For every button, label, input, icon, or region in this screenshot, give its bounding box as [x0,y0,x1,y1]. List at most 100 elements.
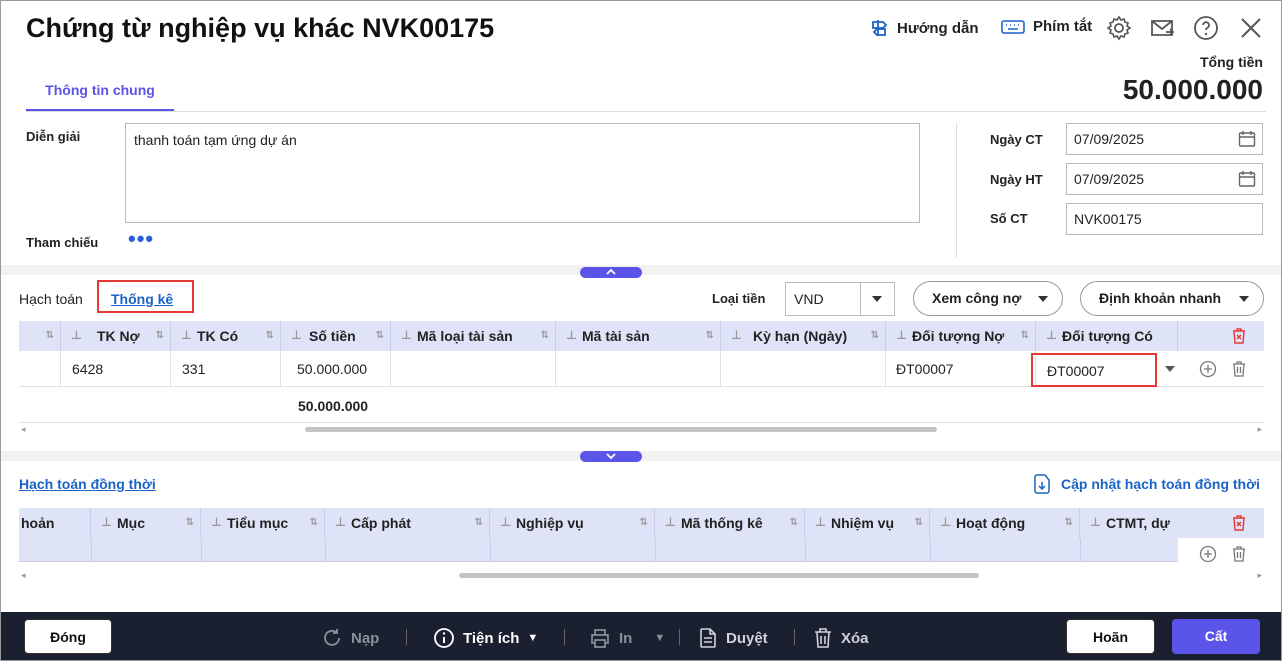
date-ct-field[interactable]: 07/09/2025 [1066,123,1263,155]
col-ky-han-label: Kỳ hạn (Ngày) [753,328,848,344]
total-label: Tổng tiền [1200,54,1263,70]
cell-tk-co[interactable]: 331 [171,351,281,387]
delete-button[interactable]: Xóa [813,627,869,649]
grid-header: ⇅ ⊥ TK Nợ ⇅ ⊥ TK Có ⇅ ⊥ Số tiền ⇅ ⊥ Mã loại tài… [19,321,1264,351]
help-icon[interactable] [1193,15,1219,41]
shortcut-button[interactable]: Phím tắt [1001,18,1092,35]
concurrent-grid-header: hoản ⊥ Mục ⇅ ⊥ Tiểu mục ⇅ ⊥ Cấp phát ⇅ ⊥ Nghiệp… [19,508,1264,538]
col-doi-tuong-co[interactable]: ⊥ Đối tượng Có [1036,321,1178,351]
so-ct-field[interactable]: NVK00175 [1066,203,1263,235]
row-cell-rownum [19,351,61,387]
approve-button[interactable]: Duyệt [698,627,768,649]
col-muc[interactable]: ⊥ Mục ⇅ [91,508,201,538]
collapse-up-button[interactable] [580,267,642,278]
cell-ma-ts[interactable] [556,351,721,387]
mail-forward-icon[interactable] [1149,15,1175,41]
col-hoan[interactable]: hoản [19,508,91,538]
approve-label: Duyệt [726,629,768,647]
quick-entry-dropdown-button[interactable]: Định khoản nhanh [1080,281,1264,316]
add-row-icon[interactable] [1199,360,1217,378]
guide-label: Hướng dẫn [897,19,979,37]
col-nghiep-vu[interactable]: ⊥ Nghiệp vụ ⇅ [490,508,655,538]
col-rownum[interactable]: ⇅ [19,321,61,351]
concurrent-link[interactable]: Hạch toán đồng thời [19,476,156,492]
col-tk-no[interactable]: ⊥ TK Nợ ⇅ [61,321,171,351]
close-icon[interactable] [1238,15,1264,41]
gear-icon[interactable] [1106,15,1132,41]
trash-icon[interactable] [1230,360,1248,378]
col-hoat-dong[interactable]: ⊥ Hoạt động ⇅ [930,508,1080,538]
so-ct-label: Số CT [990,211,1028,226]
guide-button[interactable]: Hướng dẫn [869,18,979,38]
date-ht-value: 07/09/2025 [1074,171,1145,187]
collapse-down-button[interactable] [580,451,642,462]
calendar-icon[interactable] [1238,170,1256,188]
chevron-down-icon[interactable] [860,283,894,315]
reload-button[interactable]: Nạp [321,627,379,649]
tab-hach-toan[interactable]: Hạch toán [19,291,83,307]
scroll-left-icon[interactable]: ◂ [21,570,26,581]
caret-down-icon: ▼ [527,632,539,644]
scroll-thumb[interactable] [459,573,979,578]
col-tieu-muc[interactable]: ⊥ Tiểu mục ⇅ [201,508,325,538]
col-cap-phat-label: Cấp phát [351,515,411,531]
delete-all-icon[interactable] [1230,327,1248,345]
cell-ma-loai-ts[interactable] [391,351,556,387]
document-update-icon [1034,474,1050,494]
col-doi-tuong-no[interactable]: ⊥ Đối tượng Nợ ⇅ [886,321,1036,351]
voucher-dialog: Chứng từ nghiệp vụ khác NVK00175 Hướng d… [0,0,1282,661]
reference-label: Tham chiếu [26,235,99,250]
calendar-icon[interactable] [1238,130,1256,148]
utilities-button[interactable]: Tiện ích ▼ [433,627,538,649]
horizontal-scrollbar[interactable]: ◂ ▸ [19,570,1264,584]
cancel-button[interactable]: Hoãn [1066,619,1155,654]
currency-select[interactable]: VND [785,282,895,316]
description-textarea[interactable]: thanh toán tạm ứng dự án [125,123,920,223]
print-button[interactable]: In ▼ [589,627,665,649]
add-row-icon[interactable] [1199,545,1217,563]
update-concurrent-button[interactable]: Cập nhật hạch toán đồng thời [1033,474,1260,494]
col-so-tien[interactable]: ⊥ Số tiền ⇅ [281,321,391,351]
col-tk-co[interactable]: ⊥ TK Có ⇅ [171,321,281,351]
table-row[interactable]: 6428 331 50.000.000 ĐT00007 ĐT00007 [19,351,1264,387]
col-ctmt[interactable]: ⊥ CTMT, dự [1080,508,1178,538]
chevron-up-icon [606,268,616,275]
close-button[interactable]: Đóng [24,619,112,654]
col-ma-ts[interactable]: ⊥ Mã tài sản ⇅ [556,321,721,351]
reference-more-button[interactable]: ••• [128,228,154,250]
col-cap-phat[interactable]: ⊥ Cấp phát ⇅ [325,508,490,538]
toolbar-separator [679,629,680,645]
col-ma-thong-ke[interactable]: ⊥ Mã thống kê ⇅ [655,508,805,538]
toolbar-separator [406,629,407,645]
scroll-right-icon[interactable]: ▸ [1257,424,1262,435]
col-ky-han[interactable]: ⊥ Kỳ hạn (Ngày) ⇅ [721,321,886,351]
row-divider [655,538,656,562]
horizontal-scrollbar[interactable]: ◂ ▸ [19,424,1264,438]
col-nhiem-vu[interactable]: ⊥ Nhiệm vụ ⇅ [805,508,930,538]
concurrent-empty-row[interactable] [19,538,1178,562]
col-nhiem-vu-label: Nhiệm vụ [831,515,895,531]
col-ma-loai-ts[interactable]: ⊥ Mã loại tài sản ⇅ [391,321,556,351]
cell-tk-no[interactable]: 6428 [61,351,171,387]
date-ht-field[interactable]: 07/09/2025 [1066,163,1263,195]
grid-bottom-line [19,422,1264,423]
trash-icon[interactable] [1230,545,1248,563]
scroll-thumb[interactable] [305,427,937,432]
delete-all-icon[interactable] [1230,514,1248,532]
toolbar-separator [794,629,795,645]
debt-dropdown-button[interactable]: Xem công nợ [913,281,1063,316]
cell-doi-tuong-no[interactable]: ĐT00007 [886,351,1036,387]
cell-doi-tuong-co[interactable]: ĐT00007 [1031,353,1157,387]
cell-so-tien[interactable]: 50.000.000 [281,351,391,387]
col-tieu-muc-label: Tiểu mục [227,515,289,531]
chevron-down-icon[interactable] [1165,366,1175,372]
scroll-right-icon[interactable]: ▸ [1257,570,1262,581]
tab-thong-ke[interactable]: Thống kê [111,291,173,307]
col-doi-tuong-no-label: Đối tượng Nợ [912,328,1005,344]
delete-label: Xóa [841,629,869,647]
row-divider [930,538,931,562]
scroll-left-icon[interactable]: ◂ [21,424,26,435]
save-button[interactable]: Cất [1172,619,1260,654]
cell-ky-han[interactable] [721,351,886,387]
tab-general-info[interactable]: Thông tin chung [26,74,174,112]
